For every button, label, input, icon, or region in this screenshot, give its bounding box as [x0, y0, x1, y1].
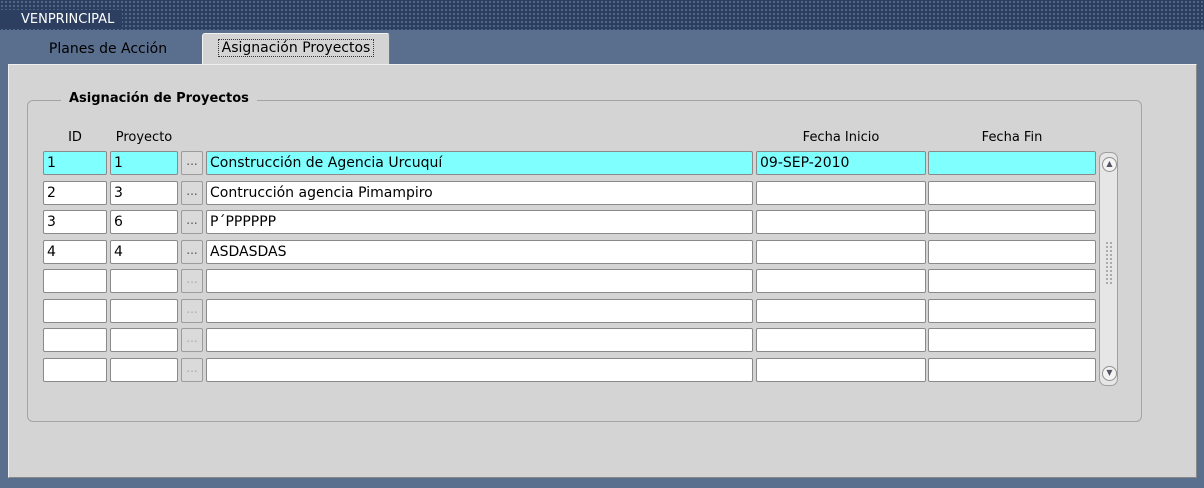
- proyecto-field[interactable]: 6: [110, 210, 178, 234]
- lov-button[interactable]: ...: [181, 151, 203, 175]
- proyecto-field[interactable]: 3: [110, 181, 178, 205]
- lov-button[interactable]: ...: [181, 269, 203, 293]
- scroll-grip[interactable]: [1105, 241, 1113, 285]
- id-field[interactable]: 2: [43, 181, 107, 205]
- lov-button[interactable]: ...: [181, 210, 203, 234]
- lov-button[interactable]: ...: [181, 299, 203, 323]
- fecha-fin-field[interactable]: [928, 151, 1096, 175]
- column-header-proyecto: Proyecto: [115, 130, 173, 145]
- proyecto-field[interactable]: [110, 299, 178, 323]
- id-field[interactable]: [43, 269, 107, 293]
- id-field[interactable]: [43, 299, 107, 323]
- fecha-inicio-field[interactable]: [756, 210, 926, 234]
- fecha-inicio-field[interactable]: [756, 358, 926, 382]
- column-header-fecha-inicio: Fecha Inicio: [802, 130, 880, 145]
- id-field[interactable]: [43, 358, 107, 382]
- id-field[interactable]: 4: [43, 240, 107, 264]
- id-field[interactable]: 1: [43, 151, 107, 175]
- fecha-inicio-field[interactable]: [756, 328, 926, 352]
- fecha-fin-field[interactable]: [928, 181, 1096, 205]
- scroll-down-icon[interactable]: ▼: [1102, 366, 1117, 381]
- lov-button[interactable]: ...: [181, 328, 203, 352]
- window-titlebar: [0, 0, 1204, 30]
- fecha-fin-field[interactable]: [928, 358, 1096, 382]
- tab-planes-de-accion[interactable]: Planes de Acción: [24, 35, 192, 63]
- scroll-up-icon[interactable]: ▲: [1102, 157, 1117, 172]
- descripcion-field[interactable]: P´PPPPPP: [206, 210, 753, 234]
- column-header-fecha-fin: Fecha Fin: [981, 130, 1043, 145]
- fecha-inicio-field[interactable]: [756, 181, 926, 205]
- descripcion-field[interactable]: [206, 328, 753, 352]
- lov-button[interactable]: ...: [181, 358, 203, 382]
- fecha-fin-field[interactable]: [928, 210, 1096, 234]
- descripcion-field[interactable]: Contrucción agencia Pimampiro: [206, 181, 753, 205]
- descripcion-field[interactable]: ASDASDAS: [206, 240, 753, 264]
- fecha-inicio-field[interactable]: [756, 240, 926, 264]
- fecha-inicio-field[interactable]: 09-SEP-2010: [756, 151, 926, 175]
- proyecto-field[interactable]: [110, 328, 178, 352]
- descripcion-field[interactable]: [206, 269, 753, 293]
- fecha-fin-field[interactable]: [928, 269, 1096, 293]
- fecha-inicio-field[interactable]: [756, 299, 926, 323]
- id-field[interactable]: [43, 328, 107, 352]
- id-field[interactable]: 3: [43, 210, 107, 234]
- proyecto-field[interactable]: 4: [110, 240, 178, 264]
- fecha-fin-field[interactable]: [928, 328, 1096, 352]
- fecha-fin-field[interactable]: [928, 299, 1096, 323]
- fecha-fin-field[interactable]: [928, 240, 1096, 264]
- lov-button[interactable]: ...: [181, 240, 203, 264]
- lov-button[interactable]: ...: [181, 181, 203, 205]
- descripcion-field[interactable]: [206, 358, 753, 382]
- frame-title: Asignación de Proyectos: [61, 88, 257, 110]
- window-title: VENPRINCIPAL: [0, 10, 123, 29]
- tab-label: Asignación Proyectos: [217, 39, 375, 57]
- proyecto-field[interactable]: 1: [110, 151, 178, 175]
- proyecto-field[interactable]: [110, 269, 178, 293]
- descripcion-field[interactable]: [206, 299, 753, 323]
- column-header-id: ID: [68, 130, 82, 145]
- tab-asignacion-proyectos[interactable]: Asignación Proyectos: [202, 33, 390, 64]
- descripcion-field[interactable]: Construcción de Agencia Urcuquí: [206, 151, 753, 175]
- vertical-scrollbar[interactable]: ▲ ▼: [1099, 152, 1118, 386]
- fecha-inicio-field[interactable]: [756, 269, 926, 293]
- proyecto-field[interactable]: [110, 358, 178, 382]
